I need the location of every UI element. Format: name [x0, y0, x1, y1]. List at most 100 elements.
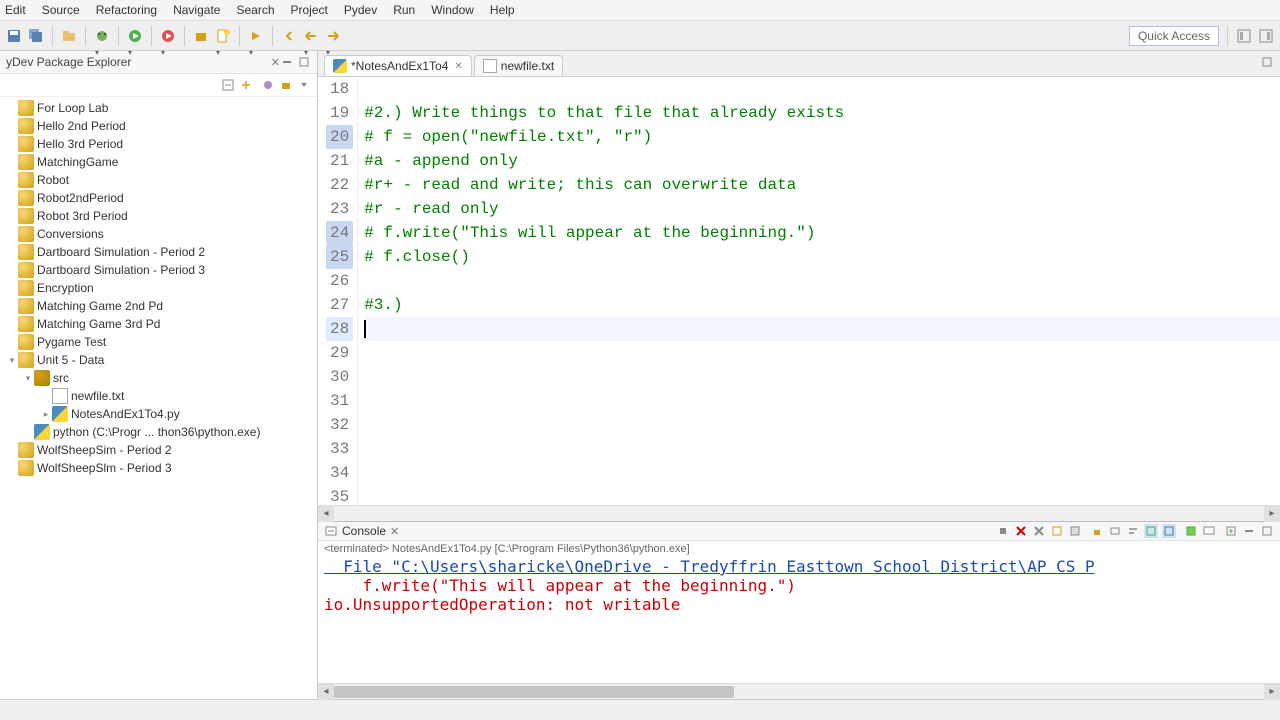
back-arrow-icon[interactable]: [303, 28, 319, 44]
minimize-icon[interactable]: [280, 55, 294, 69]
perspective-pydev-icon[interactable]: [1236, 28, 1252, 44]
tree-item[interactable]: Pygame Test: [4, 333, 313, 351]
tree-item[interactable]: python (C:\Progr ... thon36\python.exe): [4, 423, 313, 441]
tab-newfile[interactable]: newfile.txt: [474, 55, 563, 76]
tree-item[interactable]: For Loop Lab: [4, 99, 313, 117]
close-tab-icon[interactable]: ✕: [454, 61, 462, 72]
console-view-a-icon[interactable]: [1144, 524, 1158, 538]
open-console-icon[interactable]: [1224, 524, 1238, 538]
tree-item[interactable]: ▾Unit 5 - Data: [4, 351, 313, 369]
menu-help[interactable]: Help: [490, 3, 515, 17]
py-icon: [34, 424, 50, 440]
terminate-icon[interactable]: [996, 524, 1010, 538]
tree-item[interactable]: Matching Game 2nd Pd: [4, 297, 313, 315]
debug-icon[interactable]: [94, 28, 110, 44]
editor-area: *NotesAndEx1To4 ✕ newfile.txt 1819202122…: [318, 51, 1280, 699]
save-all-icon[interactable]: [28, 28, 44, 44]
external-tools-icon[interactable]: [160, 28, 176, 44]
filter-icon[interactable]: [261, 78, 275, 92]
menu-run[interactable]: Run: [393, 3, 415, 17]
tab-notes-file[interactable]: *NotesAndEx1To4 ✕: [324, 55, 472, 76]
back-nav-icon[interactable]: [281, 28, 297, 44]
menu-source[interactable]: Source: [42, 3, 80, 17]
run-last-icon[interactable]: [248, 28, 264, 44]
folder-icon: [18, 154, 34, 170]
new-icon[interactable]: [215, 28, 231, 44]
tree-item[interactable]: ▸NotesAndEx1To4.py: [4, 405, 313, 423]
tree-item-label: src: [53, 371, 69, 385]
tree-item[interactable]: ▾src: [4, 369, 313, 387]
maximize-editor-icon[interactable]: [1260, 55, 1274, 69]
tree-item[interactable]: Dartboard Simulation - Period 3: [4, 261, 313, 279]
remove-launch-icon[interactable]: [1014, 524, 1028, 538]
open-resource-icon[interactable]: [61, 28, 77, 44]
close-explorer-icon[interactable]: ✕: [271, 56, 280, 69]
tree-item[interactable]: Encryption: [4, 279, 313, 297]
tree-item[interactable]: MatchingGame: [4, 153, 313, 171]
remove-all-icon[interactable]: [1032, 524, 1046, 538]
max-console-icon[interactable]: [1260, 524, 1274, 538]
tree-item-label: Encryption: [37, 281, 94, 295]
tree-item-label: WolfSheepSlm - Period 3: [37, 461, 172, 475]
tree-item[interactable]: Hello 3rd Period: [4, 135, 313, 153]
menu-search[interactable]: Search: [236, 3, 274, 17]
scroll-left-icon[interactable]: ◂: [318, 684, 334, 700]
folder-icon: [18, 100, 34, 116]
folder-icon: [18, 190, 34, 206]
min-console-icon[interactable]: [1242, 524, 1256, 538]
code-body[interactable]: #2.) Write things to that file that alre…: [358, 77, 1280, 505]
console-output[interactable]: File "C:\Users\sharicke\OneDrive - Tredy…: [318, 557, 1280, 683]
close-console-icon[interactable]: ✕: [390, 525, 399, 538]
menu-refactoring[interactable]: Refactoring: [96, 3, 157, 17]
tree-item[interactable]: Hello 2nd Period: [4, 117, 313, 135]
python-file-icon: [333, 59, 347, 73]
scroll-lock-icon[interactable]: [1090, 524, 1104, 538]
view-menu-icon[interactable]: [297, 78, 311, 92]
link-editor-icon[interactable]: [239, 78, 253, 92]
menu-pydev[interactable]: Pydev: [344, 3, 377, 17]
word-wrap-icon[interactable]: [1126, 524, 1140, 538]
new-package-icon[interactable]: [193, 28, 209, 44]
scroll-left-icon[interactable]: ◂: [318, 506, 334, 522]
folder-icon: [18, 244, 34, 260]
quick-access-field[interactable]: Quick Access: [1129, 26, 1219, 46]
tree-item[interactable]: Robot2ndPeriod: [4, 189, 313, 207]
clear-console-icon[interactable]: [1050, 524, 1064, 538]
menu-navigate[interactable]: Navigate: [173, 3, 220, 17]
menu-edit[interactable]: Edit: [5, 3, 26, 17]
save-icon[interactable]: [6, 28, 22, 44]
tree-item[interactable]: WolfSheepSlm - Period 3: [4, 459, 313, 477]
menu-window[interactable]: Window: [431, 3, 474, 17]
folder-icon: [18, 226, 34, 242]
tree-item-label: Robot 3rd Period: [37, 209, 128, 223]
pin-console-icon[interactable]: [1068, 524, 1082, 538]
run-icon[interactable]: [127, 28, 143, 44]
tree-item-label: Conversions: [37, 227, 104, 241]
code-editor[interactable]: 181920212223242526272829303132333435 #2.…: [318, 77, 1280, 505]
forward-arrow-icon[interactable]: [325, 28, 341, 44]
tree-item[interactable]: Robot 3rd Period: [4, 207, 313, 225]
display-icon[interactable]: [1202, 524, 1216, 538]
collapse-all-icon[interactable]: [221, 78, 235, 92]
editor-hscrollbar[interactable]: ◂ ▸: [318, 505, 1280, 521]
project-tree[interactable]: For Loop LabHello 2nd PeriodHello 3rd Pe…: [0, 97, 317, 699]
tree-item[interactable]: WolfSheepSim - Period 2: [4, 441, 313, 459]
console-terminated-label: <terminated> NotesAndEx1To4.py [C:\Progr…: [318, 541, 1280, 557]
menu-project[interactable]: Project: [291, 3, 328, 17]
tree-item[interactable]: Matching Game 3rd Pd: [4, 315, 313, 333]
console-hscrollbar[interactable]: ◂ ▸: [318, 683, 1280, 699]
scroll-right-icon[interactable]: ▸: [1264, 684, 1280, 700]
folder-icon: [18, 262, 34, 278]
new-console-icon[interactable]: [1184, 524, 1198, 538]
tree-item[interactable]: Conversions: [4, 225, 313, 243]
folder-icon: [18, 442, 34, 458]
tree-item[interactable]: newfile.txt: [4, 387, 313, 405]
show-console-icon[interactable]: [1108, 524, 1122, 538]
tree-item[interactable]: Robot: [4, 171, 313, 189]
top-level-icon[interactable]: [279, 78, 293, 92]
scroll-thumb[interactable]: [334, 686, 734, 698]
perspective-toggle-icon[interactable]: [1258, 28, 1274, 44]
scroll-right-icon[interactable]: ▸: [1264, 506, 1280, 522]
console-view-b-icon[interactable]: [1162, 524, 1176, 538]
tree-item[interactable]: Dartboard Simulation - Period 2: [4, 243, 313, 261]
